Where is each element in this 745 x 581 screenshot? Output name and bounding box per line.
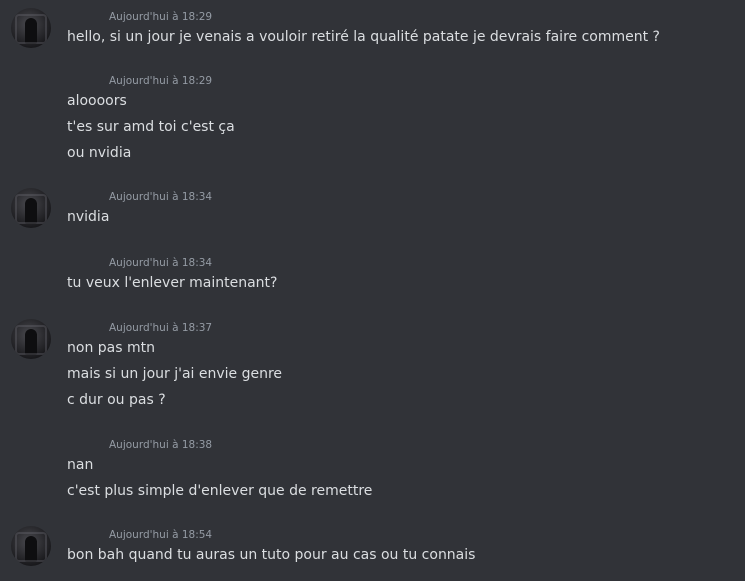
message-text: nan bbox=[67, 457, 94, 473]
message-text: bon bah quand tu auras un tuto pour au c… bbox=[67, 547, 476, 563]
message-group: Aujourd'hui à 18:34 tu veux l'enlever ma… bbox=[0, 254, 745, 298]
message-timestamp[interactable]: Aujourd'hui à 18:54 bbox=[109, 528, 212, 542]
user-avatar[interactable] bbox=[11, 319, 51, 359]
message-text: t'es sur amd toi c'est ça bbox=[67, 119, 235, 135]
message-group: Aujourd'hui à 18:34 nvidia bbox=[0, 188, 745, 232]
message-text: non pas mtn bbox=[67, 340, 155, 356]
message-text: hello, si un jour je venais a vouloir re… bbox=[67, 29, 660, 45]
message-group: Aujourd'hui à 18:37 non pas mtn mais si … bbox=[0, 319, 745, 419]
message-timestamp[interactable]: Aujourd'hui à 18:34 bbox=[109, 190, 212, 204]
message-text: c'est plus simple d'enlever que de remet… bbox=[67, 483, 373, 499]
message-timestamp[interactable]: Aujourd'hui à 18:37 bbox=[109, 321, 212, 335]
user-avatar[interactable] bbox=[11, 8, 51, 48]
message-timestamp[interactable]: Aujourd'hui à 18:38 bbox=[109, 438, 212, 452]
message-group: Aujourd'hui à 18:54 bon bah quand tu aur… bbox=[0, 526, 745, 576]
message-text: c dur ou pas ? bbox=[67, 392, 166, 408]
message-text: ou nvidia bbox=[67, 145, 132, 161]
message-text: mais si un jour j'ai envie genre bbox=[67, 366, 283, 382]
message-timestamp[interactable]: Aujourd'hui à 18:29 bbox=[109, 74, 212, 88]
message-text: tu veux l'enlever maintenant? bbox=[67, 275, 278, 291]
user-avatar[interactable] bbox=[11, 188, 51, 228]
message-group: Aujourd'hui à 18:38 nan c'est plus simpl… bbox=[0, 436, 745, 506]
message-text: aloooors bbox=[67, 93, 127, 109]
message-group: Aujourd'hui à 18:29 aloooors t'es sur am… bbox=[0, 72, 745, 172]
message-group: Aujourd'hui à 18:29 hello, si un jour je… bbox=[0, 8, 745, 58]
message-timestamp[interactable]: Aujourd'hui à 18:29 bbox=[109, 10, 212, 24]
message-text: nvidia bbox=[67, 209, 110, 225]
message-timestamp[interactable]: Aujourd'hui à 18:34 bbox=[109, 256, 212, 270]
user-avatar[interactable] bbox=[11, 526, 51, 566]
